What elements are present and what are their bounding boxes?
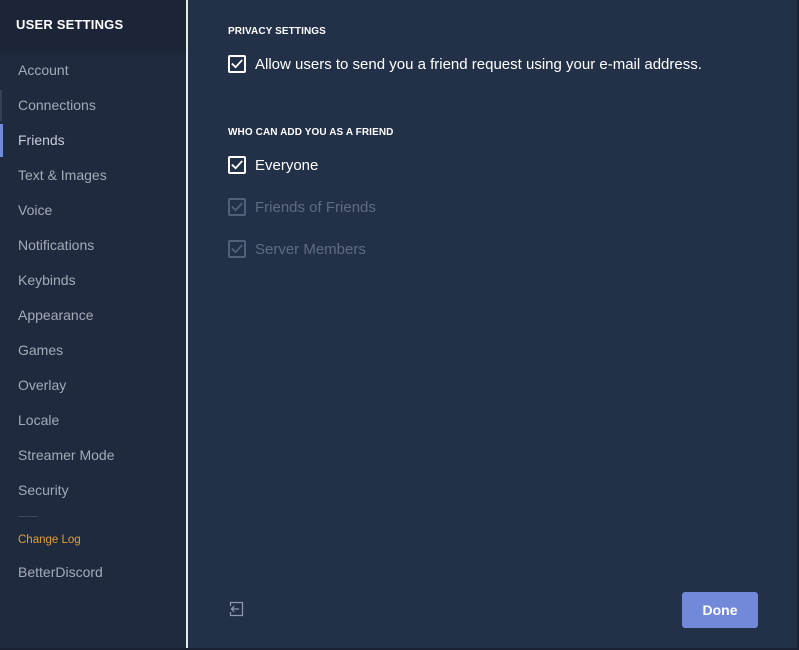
sidebar-item-label: BetterDiscord xyxy=(18,564,103,580)
done-button[interactable]: Done xyxy=(682,592,758,628)
sidebar-item-text-images[interactable]: Text & Images xyxy=(0,158,186,193)
checkbox-label: Friends of Friends xyxy=(255,198,376,216)
sidebar-item-games[interactable]: Games xyxy=(0,333,186,368)
allow-email-requests-checkbox[interactable]: Allow users to send you a friend request… xyxy=(228,54,702,74)
sidebar-item-label: Text & Images xyxy=(18,167,107,183)
checkbox-box[interactable] xyxy=(228,198,246,216)
who-can-add-title: WHO CAN ADD YOU AS A FRIEND xyxy=(228,127,394,138)
sidebar-title: USER SETTINGS xyxy=(16,17,124,32)
sidebar-separator xyxy=(18,516,38,517)
sidebar-item-label: Notifications xyxy=(18,237,95,253)
sidebar-item-label: Streamer Mode xyxy=(18,447,115,463)
sidebar-item-changelog[interactable]: Change Log xyxy=(0,525,186,555)
checkbox-box[interactable] xyxy=(228,55,246,73)
checkmark-icon xyxy=(231,244,243,254)
sidebar-item-label: Connections xyxy=(18,97,96,113)
checkbox-box[interactable] xyxy=(228,156,246,174)
sidebar-item-label: Friends xyxy=(18,132,65,148)
sidebar-item-appearance[interactable]: Appearance xyxy=(0,298,186,333)
everyone-checkbox[interactable]: Everyone xyxy=(228,155,318,175)
sidebar-item-friends[interactable]: Friends xyxy=(0,123,186,158)
sidebar-item-streamer-mode[interactable]: Streamer Mode xyxy=(0,438,186,473)
settings-content: PRIVACY SETTINGS Allow users to send you… xyxy=(188,0,797,648)
sidebar-item-label: Account xyxy=(18,62,69,78)
privacy-settings-title: PRIVACY SETTINGS xyxy=(228,26,326,37)
checkmark-icon xyxy=(231,59,243,69)
checkmark-icon xyxy=(231,202,243,212)
sidebar-item-locale[interactable]: Locale xyxy=(0,403,186,438)
sidebar-item-label: Overlay xyxy=(18,377,67,393)
server-members-checkbox[interactable]: Server Members xyxy=(228,239,366,259)
sidebar-item-label: Games xyxy=(18,342,64,358)
sidebar-item-label: Appearance xyxy=(18,307,94,323)
sidebar-item-label: Keybinds xyxy=(18,272,76,288)
checkbox-label: Server Members xyxy=(255,240,366,258)
settings-window: USER SETTINGS Account Connections Friend… xyxy=(0,0,799,650)
sidebar-item-notifications[interactable]: Notifications xyxy=(0,228,186,263)
checkmark-icon xyxy=(231,160,243,170)
sidebar-item-connections[interactable]: Connections xyxy=(0,88,186,123)
friends-of-friends-checkbox[interactable]: Friends of Friends xyxy=(228,197,376,217)
checkbox-label: Allow users to send you a friend request… xyxy=(255,55,702,73)
changelog-label: Change Log xyxy=(18,534,81,546)
settings-sidebar: USER SETTINGS Account Connections Friend… xyxy=(0,0,186,648)
checkbox-box[interactable] xyxy=(228,240,246,258)
sidebar-header: USER SETTINGS xyxy=(0,0,186,52)
sidebar-item-betterdiscord[interactable]: BetterDiscord xyxy=(0,555,186,590)
sidebar-item-label: Voice xyxy=(18,202,53,218)
sidebar-item-security[interactable]: Security xyxy=(0,473,186,508)
sidebar-item-keybinds[interactable]: Keybinds xyxy=(0,263,186,298)
checkbox-label: Everyone xyxy=(255,156,319,174)
sidebar-item-voice[interactable]: Voice xyxy=(0,193,186,228)
sidebar-nav: Account Connections Friends Text & Image… xyxy=(0,53,186,590)
logout-icon[interactable] xyxy=(228,600,246,618)
sidebar-item-overlay[interactable]: Overlay xyxy=(0,368,186,403)
sidebar-item-account[interactable]: Account xyxy=(0,53,186,88)
sidebar-item-label: Security xyxy=(18,482,69,498)
sidebar-item-label: Locale xyxy=(18,412,60,428)
